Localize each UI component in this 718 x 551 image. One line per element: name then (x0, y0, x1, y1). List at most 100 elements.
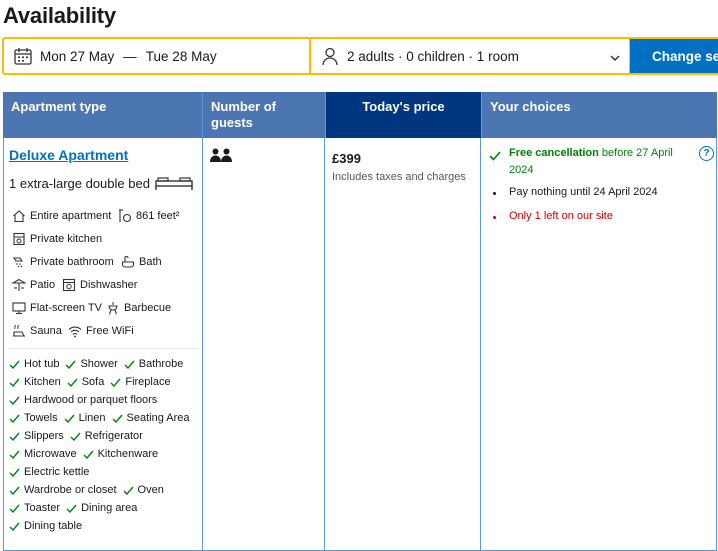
amenity-label: Oven (137, 484, 164, 496)
amenity-item: Dining area (66, 502, 137, 514)
room-name-link[interactable]: Deluxe Apartment (9, 147, 128, 163)
amenity-item: Dining table (9, 520, 82, 532)
amenity-label: Linen (78, 412, 106, 424)
amenity-row: Hot tub Shower Bathrobe (9, 358, 189, 370)
amenity-item: Refrigerator (70, 430, 143, 442)
house-icon (12, 209, 26, 223)
bed-label: 1 extra-large double bed (9, 176, 150, 191)
facility-item: Private bathroom (12, 255, 114, 269)
header-todays-price: Today's price (325, 92, 481, 138)
amenity-item: Electric kettle (9, 466, 89, 478)
facility-label: Dishwasher (80, 279, 138, 291)
checkmark-icon (83, 449, 94, 460)
column-divider (480, 138, 481, 550)
chevron-down-icon (609, 51, 621, 63)
checkmark-icon (9, 377, 20, 388)
bullet (493, 216, 496, 219)
amenity-item: Towels (9, 412, 58, 424)
amenity-label: Electric kettle (24, 466, 90, 478)
amenity-label: Slippers (24, 430, 64, 442)
amenity-label: Towels (24, 412, 58, 424)
amenity-label: Shower (80, 358, 118, 370)
bath-icon (121, 255, 135, 269)
scarcity-text: Only 1 left on our site (509, 210, 613, 222)
amenity-row: Microwave Kitchenware (9, 448, 164, 460)
amenity-row: Kitchen Sofa Fireplace (9, 376, 177, 388)
wifi-icon (68, 324, 82, 338)
amenity-label: Bathrobe (138, 358, 184, 370)
header-number-of-guests: Number of guests (202, 92, 325, 138)
page-title: Availability (3, 3, 116, 28)
amenity-label: Kitchenware (97, 448, 159, 460)
search-bar: Mon 27 May — Tue 28 May 2 adults · 0 chi… (2, 37, 718, 75)
amenity-row: Hardwood or parquet floors (9, 394, 163, 406)
amenity-label: Seating Area (126, 412, 190, 424)
amenity-label: Kitchen (24, 376, 61, 388)
checkmark-icon (9, 449, 20, 460)
calendar-icon (13, 46, 33, 66)
amenity-row: Electric kettle (9, 466, 95, 478)
checkmark-icon (112, 413, 123, 424)
checkmark-icon (66, 503, 77, 514)
facility-label: Barbecue (124, 302, 172, 314)
facility-label: Patio (30, 279, 56, 291)
column-divider (202, 138, 203, 550)
facility-item: Sauna (12, 324, 62, 338)
person-icon (320, 46, 340, 66)
checkout-date: Tue 28 May (145, 48, 217, 64)
facility-item: Patio (12, 278, 55, 292)
facility-item: Barbecue (106, 301, 171, 315)
date-picker[interactable]: Mon 27 May — Tue 28 May (2, 37, 311, 75)
table-row: Deluxe Apartment 1 extra-large double be… (3, 138, 717, 551)
price-amount: £399 (332, 151, 361, 166)
checkmark-icon (110, 377, 121, 388)
amenity-item: Microwave (9, 448, 77, 460)
help-icon[interactable]: ? (699, 146, 714, 161)
amenity-item: Shower (65, 358, 118, 370)
amenity-item: Toaster (9, 502, 60, 514)
header-your-choices: Your choices (481, 92, 717, 138)
amenity-item: Fireplace (110, 376, 171, 388)
amenity-label: Hot tub (24, 358, 60, 370)
facility-item: 861 feet² (118, 209, 179, 223)
amenity-label: Hardwood or parquet floors (24, 394, 158, 406)
checkmark-icon (489, 148, 501, 166)
amenity-item: Kitchenware (83, 448, 159, 460)
checkmark-icon (123, 485, 134, 496)
bed-info: 1 extra-large double bed (9, 176, 194, 191)
amenity-item: Slippers (9, 430, 64, 442)
amenity-label: Microwave (24, 448, 77, 460)
kitchen-icon (12, 232, 26, 246)
guests-selector[interactable]: 2 adults · 0 children · 1 room (309, 37, 631, 75)
amenity-label: Toaster (24, 502, 61, 514)
amenity-item: Hardwood or parquet floors (9, 394, 157, 406)
facility-label: Private bathroom (30, 256, 114, 268)
checkmark-icon (65, 359, 77, 370)
checkmark-icon (70, 431, 81, 442)
facility-label: Free WiFi (86, 325, 134, 337)
price-note: Includes taxes and charges (332, 171, 466, 183)
facility-item: Private kitchen (12, 232, 102, 246)
column-divider (324, 138, 325, 550)
checkmark-icon (9, 467, 20, 478)
amenity-row: Dining table (9, 520, 88, 532)
amenity-item: Wardrobe or closet (9, 484, 117, 496)
table-header: Apartment type Number of guests Today's … (3, 92, 717, 138)
amenity-item: Sofa (67, 376, 104, 388)
date-separator: — (123, 48, 137, 64)
free-cancellation-label: Free cancellation (509, 147, 599, 159)
amenity-item: Hot tub (9, 358, 59, 370)
checkmark-icon (9, 503, 20, 514)
change-search-button[interactable]: Change search (630, 37, 718, 75)
amenity-label: Dining area (81, 502, 138, 514)
amenity-label: Refrigerator (84, 430, 143, 442)
amenity-item: Oven (123, 484, 164, 496)
header-apartment-type: Apartment type (11, 99, 107, 114)
amenity-item: Bathrobe (124, 358, 184, 370)
facility-item: Bath (121, 255, 162, 269)
pay-later-text: Pay nothing until 24 April 2024 (509, 186, 658, 198)
facility-label: Entire apartment (30, 210, 112, 222)
checkmark-icon (9, 413, 20, 424)
checkmark-icon (67, 377, 78, 388)
dishwasher-icon (62, 278, 76, 292)
